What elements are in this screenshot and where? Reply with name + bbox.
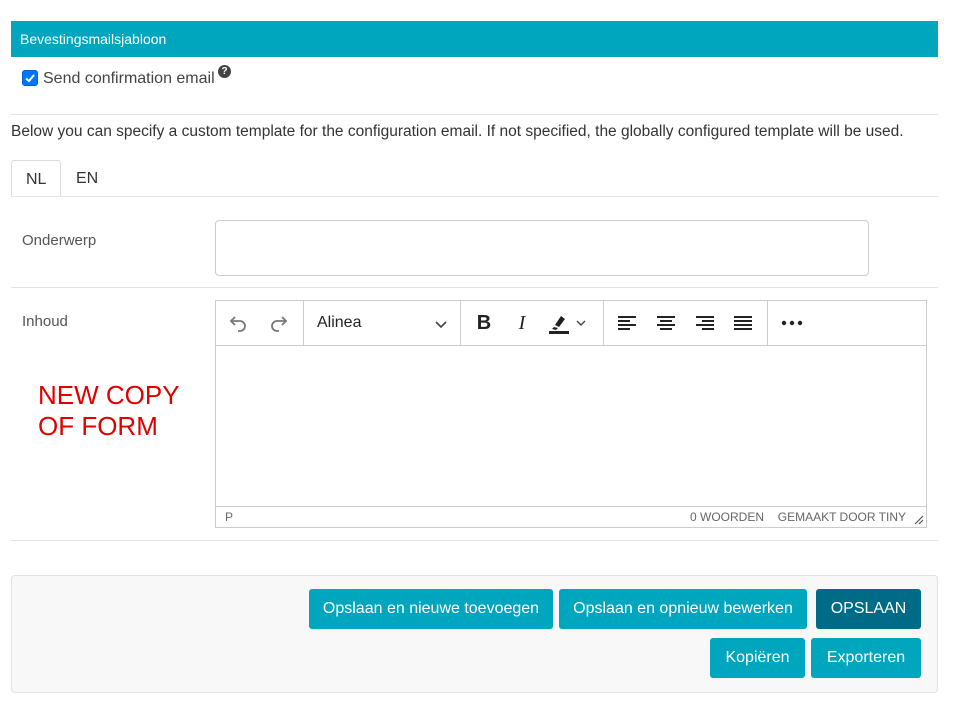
send-confirmation-checkbox[interactable] (22, 70, 38, 86)
editor-statusbar: P 0 WOORDEN GEMAAKT DOOR TINY (216, 506, 926, 528)
language-tabs: NL EN (11, 160, 938, 197)
divider (11, 287, 938, 288)
save-and-continue-button[interactable]: Opslaan en opnieuw bewerken (559, 589, 807, 629)
divider (11, 540, 938, 541)
form-actions: Opslaan en nieuwe toevoegen Opslaan en o… (11, 575, 938, 693)
tabs-divider (11, 196, 938, 197)
element-path[interactable]: P (225, 510, 233, 524)
template-description: Below you can specify a custom template … (11, 123, 904, 140)
save-button[interactable]: OPSLAAN (816, 589, 921, 629)
export-button[interactable]: Exporteren (811, 638, 921, 678)
annotation-line-2: OF FORM (38, 411, 158, 441)
align-right-icon[interactable] (691, 309, 719, 337)
highlight-icon[interactable] (547, 309, 587, 337)
save-and-add-new-button[interactable]: Opslaan en nieuwe toevoegen (309, 589, 553, 629)
align-left-icon[interactable] (613, 309, 641, 337)
block-format-label: Alinea (317, 314, 362, 331)
divider (11, 114, 938, 115)
bold-icon[interactable]: B (470, 309, 498, 337)
send-confirmation-label[interactable]: Send confirmation email (43, 70, 215, 88)
align-center-icon[interactable] (652, 309, 680, 337)
undo-icon[interactable] (224, 309, 252, 337)
annotation-line-1: NEW COPY (38, 380, 180, 410)
section-title: Bevestingsmailsjabloon (20, 31, 167, 47)
rich-text-editor: Alinea B I P 0 WOORDEN GEMAAKT DOOR TINY (215, 300, 927, 528)
content-label: Inhoud (22, 313, 68, 330)
chevron-down-icon (434, 317, 448, 335)
toolbar-separator (460, 301, 461, 345)
editor-content-area[interactable] (216, 346, 926, 506)
subject-label: Onderwerp (22, 232, 97, 249)
word-count[interactable]: 0 WOORDEN (690, 510, 764, 524)
new-copy-annotation: NEW COPY OF FORM (38, 380, 180, 442)
question-circle-icon[interactable]: ? (218, 65, 231, 78)
section-header: Bevestingsmailsjabloon (11, 21, 938, 57)
italic-icon[interactable]: I (508, 309, 536, 337)
toolbar-separator (603, 301, 604, 345)
tab-en[interactable]: EN (62, 160, 112, 197)
tiny-branding-link[interactable]: GEMAAKT DOOR TINY (778, 510, 906, 524)
subject-input[interactable] (215, 220, 869, 276)
redo-icon[interactable] (265, 309, 293, 337)
block-format-select[interactable]: Alinea (304, 301, 460, 345)
tab-en-label: EN (76, 170, 99, 187)
toolbar-separator (767, 301, 768, 345)
justify-icon[interactable] (729, 309, 757, 337)
tab-nl-label: NL (26, 171, 47, 188)
copy-button[interactable]: Kopiëren (710, 638, 805, 678)
resize-handle-icon[interactable] (914, 514, 924, 528)
editor-toolbar: Alinea B I (216, 301, 926, 346)
tab-nl[interactable]: NL (11, 160, 61, 197)
more-icon[interactable] (778, 309, 806, 337)
